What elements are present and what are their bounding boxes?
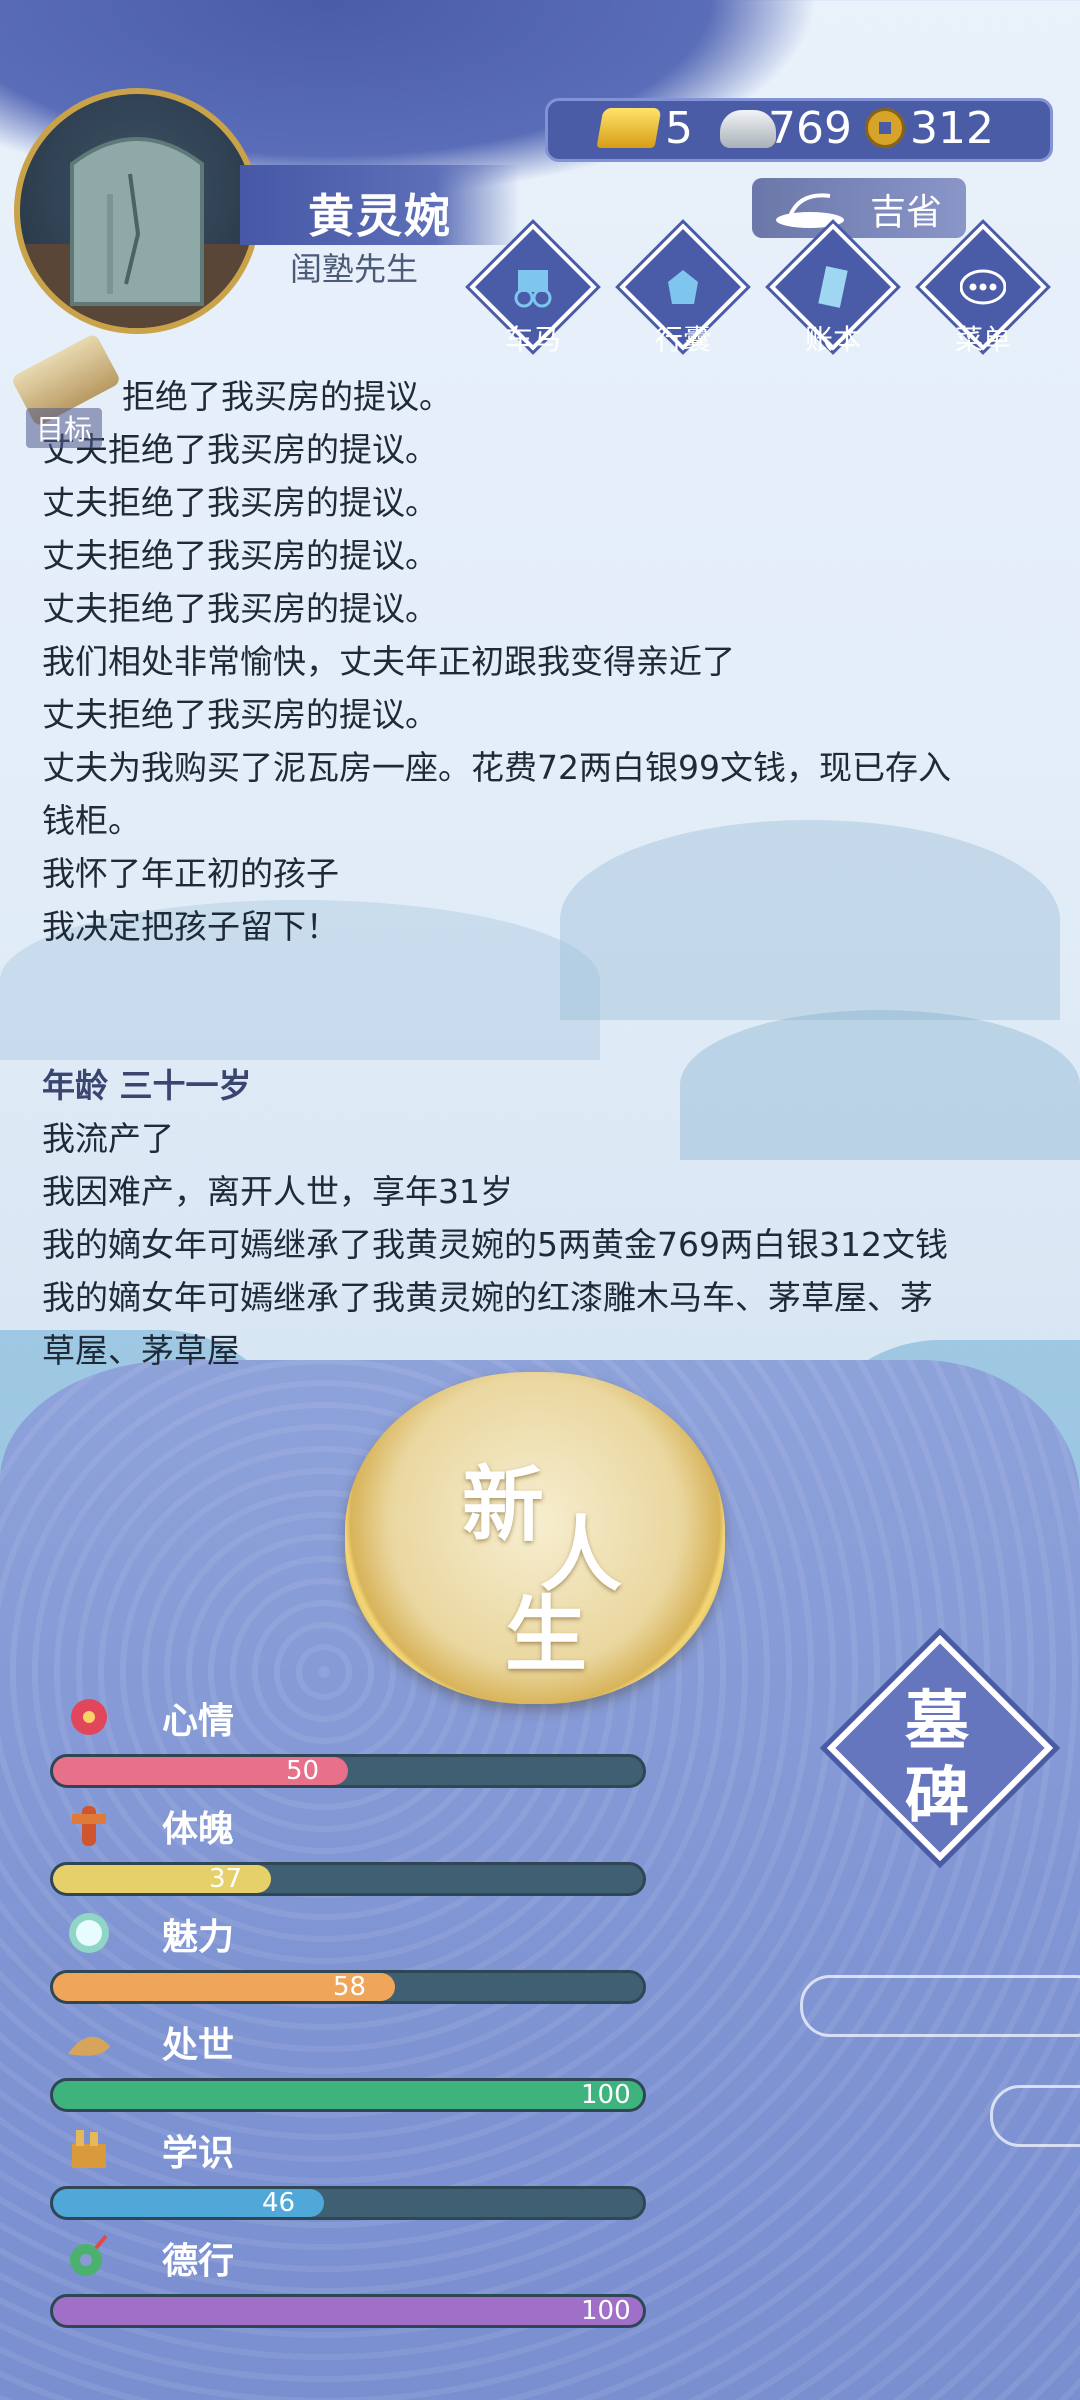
character-name: 黄灵婉	[308, 189, 452, 243]
hat-icon	[62, 2016, 116, 2066]
log-line: 我们相处非常愉快，丈夫年正初跟我变得亲近了	[42, 642, 735, 681]
log-line: 我的嫡女年可嫣继承了我黄灵婉的5两黄金769两白银312文钱	[42, 1225, 948, 1264]
copper-amount: 312	[910, 103, 994, 154]
stat-value: 100	[581, 2296, 631, 2326]
new-life-char: 新	[462, 1458, 545, 1553]
log-line: 钱柜。	[42, 801, 141, 840]
stat-bar-fill	[53, 2297, 643, 2325]
log-line: 草屋、茅草屋	[42, 1331, 240, 1370]
stat-bar: 58	[50, 1970, 646, 2004]
stat-label: 德行	[162, 2241, 235, 2282]
log-line: 丈夫拒绝了我买房的提议。	[42, 536, 438, 575]
log-line: 丈夫拒绝了我买房的提议。	[42, 589, 438, 628]
silver-amount: 769	[768, 103, 852, 154]
stat-value: 58	[333, 1972, 367, 2002]
avatar[interactable]	[14, 88, 260, 334]
stat-value: 46	[262, 2188, 296, 2218]
stat-label: 体魄	[162, 1809, 235, 1850]
stat-bar-fill	[53, 2081, 643, 2109]
fitness-icon	[62, 1800, 116, 1850]
stat-bar: 100	[50, 2294, 646, 2328]
log-line: 丈夫拒绝了我买房的提议。	[42, 695, 438, 734]
log-line: 我怀了年正初的孩子	[42, 854, 339, 893]
stat-bar: 50	[50, 1754, 646, 1788]
log-line: 我的嫡女年可嫣继承了我黄灵婉的红漆雕木马车、茅草屋、茅	[42, 1278, 933, 1317]
wave-decoration	[990, 2085, 1080, 2147]
log-line: 拒绝了我买房的提议。	[122, 377, 452, 416]
stat-value: 100	[581, 2080, 631, 2110]
age-header: 年龄 三十一岁	[42, 1066, 252, 1105]
log-line: 我决定把孩子留下！	[42, 907, 339, 946]
more-icon	[960, 269, 1006, 305]
tombstone-portrait-icon	[20, 137, 254, 328]
log-line: 丈夫为我购买了泥瓦房一座。花费72两白银99文钱，现已存入	[42, 748, 951, 787]
wave-decoration	[800, 1975, 1080, 2037]
gold-amount: 5	[665, 103, 693, 154]
fortune-icon	[776, 193, 844, 228]
stat-value: 37	[209, 1864, 243, 1894]
mirror-icon	[62, 1908, 116, 1958]
log-line: 丈夫拒绝了我买房的提议。	[42, 483, 438, 522]
menu-carriage-label: 车马	[504, 323, 561, 356]
carriage-icon	[514, 270, 552, 308]
ledger-icon	[818, 266, 848, 308]
log-line: 我因难产，离开人世，享年31岁	[42, 1172, 513, 1211]
tombstone-char: 碑	[905, 1761, 969, 1835]
stat-value: 50	[286, 1756, 320, 1786]
copper-coin-icon	[865, 108, 905, 148]
character-title: 闺塾先生	[290, 250, 419, 288]
stat-label: 学识	[162, 2133, 235, 2174]
bundle-icon	[668, 270, 698, 304]
log-line: 丈夫拒绝了我买房的提议。	[42, 430, 438, 469]
event-log: 拒绝了我买房的提议。 丈夫拒绝了我买房的提议。 丈夫拒绝了我买房的提议。 丈夫拒…	[42, 370, 1042, 1377]
jade-icon	[62, 2232, 116, 2282]
target-label[interactable]: 目标	[26, 408, 103, 448]
books-icon	[62, 2124, 116, 2174]
stat-bar: 100	[50, 2078, 646, 2112]
menu-bundle-label: 行囊	[654, 323, 711, 356]
stat-label: 处世	[162, 2025, 235, 2066]
log-line: 我流产了	[42, 1119, 174, 1158]
menu-ledger-label: 账本	[804, 323, 861, 356]
stat-bar: 37	[50, 1862, 646, 1896]
fortune-label: 吉省	[870, 192, 943, 233]
new-life-char: 生	[505, 1588, 588, 1683]
gold-ingot-icon	[596, 108, 662, 148]
stat-label: 心情	[162, 1701, 235, 1742]
stat-bar: 46	[50, 2186, 646, 2220]
flower-icon	[62, 1692, 116, 1742]
menu-more-label: 菜单	[954, 323, 1011, 356]
stat-label: 魅力	[162, 1917, 235, 1958]
